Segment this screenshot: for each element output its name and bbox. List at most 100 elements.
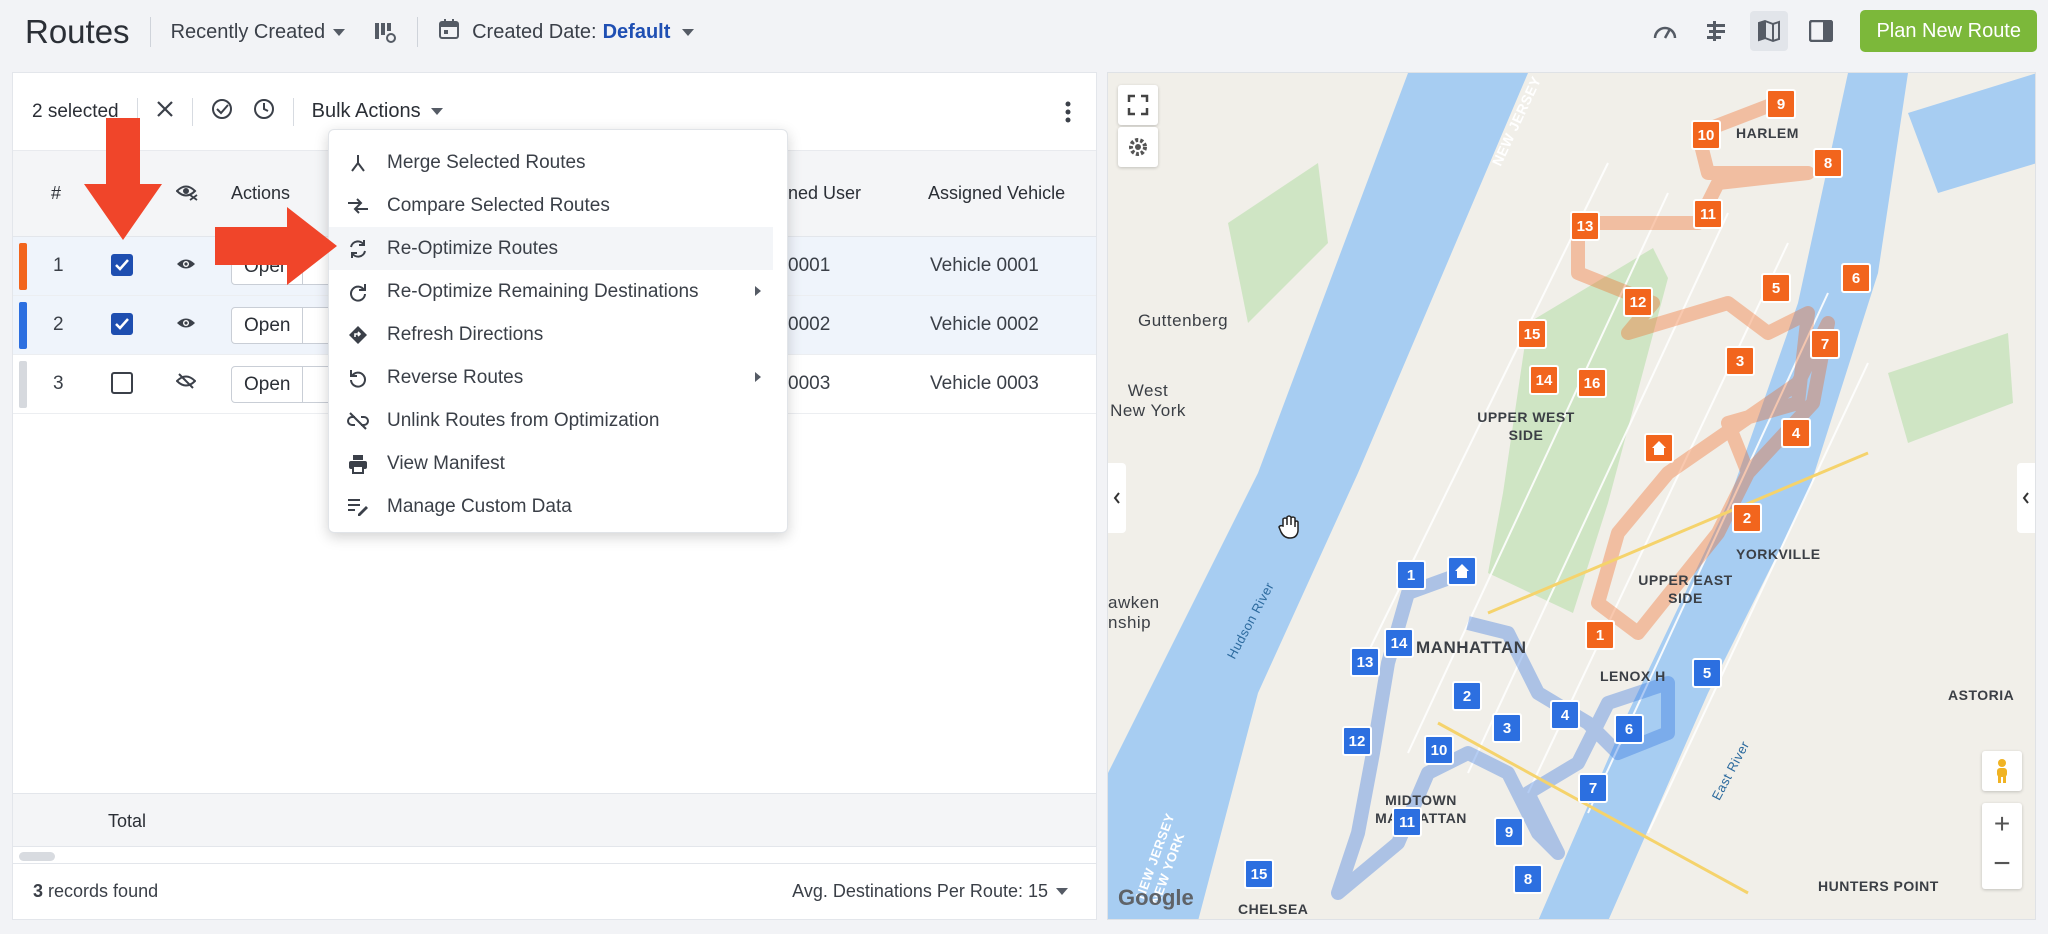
panel-toggle-icon[interactable]: [1802, 11, 1840, 51]
row-checkbox[interactable]: [111, 313, 133, 335]
depot-marker-route-2[interactable]: [1447, 556, 1477, 586]
assigned-user: 0001: [788, 255, 831, 276]
route-2-stop-marker[interactable]: 12: [1342, 726, 1372, 756]
route-2-stop-marker[interactable]: 9: [1494, 817, 1524, 847]
route-2-stop-marker[interactable]: 5: [1692, 658, 1722, 688]
row-checkbox[interactable]: [111, 254, 133, 276]
route-1-stop-marker[interactable]: 5: [1761, 273, 1791, 303]
route-2-stop-marker[interactable]: 10: [1424, 735, 1454, 765]
eye-icon[interactable]: [176, 255, 196, 277]
route-2-stop-marker[interactable]: 7: [1578, 773, 1608, 803]
route-1-stop-marker[interactable]: 12: [1623, 287, 1653, 317]
records-found: 3 records found: [33, 881, 158, 902]
total-row: Total: [13, 793, 1096, 847]
speedometer-icon[interactable]: [1646, 11, 1684, 51]
plan-new-route-button[interactable]: Plan New Route: [1860, 10, 2037, 52]
menu-item-view-manifest[interactable]: View Manifest: [329, 442, 787, 485]
route-1-stop-marker[interactable]: 1: [1585, 620, 1615, 650]
menu-item-reverse-routes[interactable]: Reverse Routes: [329, 356, 787, 399]
menu-item-label: Unlink Routes from Optimization: [387, 409, 660, 431]
map-label-guttenberg: Guttenberg: [1138, 311, 1229, 330]
visibility-toggle-icon[interactable]: [175, 181, 198, 206]
column-header-actions[interactable]: Actions: [231, 183, 290, 204]
route-1-stop-marker[interactable]: 3: [1725, 346, 1755, 376]
divider: [149, 17, 151, 47]
row-number: 3: [53, 373, 64, 394]
open-label: Open: [244, 373, 291, 395]
check-circle-icon[interactable]: [211, 98, 233, 125]
menu-item-re-optimize-remaining-destinations[interactable]: Re-Optimize Remaining Destinations: [329, 270, 787, 313]
route-1-stop-marker[interactable]: 9: [1766, 89, 1796, 119]
map-label-harlem: HARLEM: [1736, 125, 1799, 141]
fullscreen-icon[interactable]: [1118, 85, 1158, 125]
menu-item-re-optimize-routes[interactable]: Re-Optimize Routes: [329, 227, 773, 270]
bulk-actions-dropdown[interactable]: Bulk Actions: [312, 100, 443, 123]
route-1-stop-marker[interactable]: 2: [1732, 503, 1762, 533]
timeline-view-icon[interactable]: [1698, 11, 1736, 51]
chevron-down-icon: [1056, 888, 1068, 895]
map-view-icon[interactable]: [1750, 11, 1789, 51]
route-1-stop-marker[interactable]: 14: [1529, 365, 1559, 395]
route-2-stop-marker[interactable]: 14: [1384, 628, 1414, 658]
column-header-assigned-user[interactable]: ned User: [788, 183, 861, 204]
eye-off-icon[interactable]: [175, 373, 197, 395]
row-number: 2: [53, 314, 64, 335]
eye-icon[interactable]: [176, 314, 196, 336]
route-2-stop-marker[interactable]: 4: [1550, 700, 1580, 730]
reverse-icon: [345, 365, 371, 391]
route-1-stop-marker[interactable]: 7: [1810, 329, 1840, 359]
route-1-stop-marker[interactable]: 10: [1691, 120, 1721, 150]
avg-destinations-dropdown[interactable]: Avg. Destinations Per Route: 15: [792, 881, 1068, 902]
clock-icon[interactable]: [253, 98, 275, 125]
route-2-stop-marker[interactable]: 15: [1244, 859, 1274, 889]
route-1-stop-marker[interactable]: 16: [1577, 368, 1607, 398]
date-filter[interactable]: Created Date: Default: [438, 18, 695, 46]
menu-item-refresh-directions[interactable]: Refresh Directions: [329, 313, 787, 356]
collapse-left-handle[interactable]: [1108, 463, 1126, 533]
divider: [292, 97, 294, 126]
depot-marker-route-1[interactable]: [1644, 433, 1674, 463]
column-header-index[interactable]: #: [51, 183, 61, 204]
map-label-manhattan: MANHATTAN: [1416, 638, 1527, 657]
route-map[interactable]: Guttenberg West New York UPPER WEST SIDE…: [1107, 72, 2036, 920]
row-checkbox[interactable]: [111, 372, 133, 394]
open-route-button[interactable]: Open: [231, 307, 341, 344]
route-2-stop-marker[interactable]: 8: [1513, 864, 1543, 894]
route-1-stop-marker[interactable]: 13: [1570, 211, 1600, 241]
column-settings-icon[interactable]: [373, 20, 397, 44]
menu-item-compare-selected-routes[interactable]: Compare Selected Routes: [329, 184, 787, 227]
menu-item-label: Refresh Directions: [387, 323, 544, 345]
route-1-stop-marker[interactable]: 8: [1813, 148, 1843, 178]
collapse-right-handle[interactable]: [2017, 463, 2035, 533]
route-2-stop-marker[interactable]: 11: [1392, 807, 1422, 837]
route-2-stop-marker[interactable]: 13: [1350, 647, 1380, 677]
records-count: 3: [33, 881, 44, 901]
route-2-stop-marker[interactable]: 2: [1452, 681, 1482, 711]
map-label-hoboken: awken nship: [1108, 593, 1160, 632]
menu-item-manage-custom-data[interactable]: Manage Custom Data: [329, 485, 787, 528]
route-2-stop-marker[interactable]: 6: [1614, 714, 1644, 744]
assigned-user: 0003: [788, 373, 831, 394]
zoom-in-icon[interactable]: +: [1994, 804, 2010, 846]
column-header-assigned-vehicle[interactable]: Assigned Vehicle: [928, 183, 1065, 204]
zoom-out-icon[interactable]: −: [1993, 846, 2011, 888]
menu-item-merge-selected-routes[interactable]: Merge Selected Routes: [329, 141, 787, 184]
route-2-stop-marker[interactable]: 1: [1396, 560, 1426, 590]
map-settings-gear-icon[interactable]: [1118, 127, 1158, 167]
open-route-button[interactable]: Open: [231, 366, 341, 403]
route-1-stop-marker[interactable]: 4: [1781, 418, 1811, 448]
table-footer: 3 records found Avg. Destinations Per Ro…: [13, 863, 1096, 919]
menu-item-unlink-routes-from-optimization[interactable]: Unlink Routes from Optimization: [329, 399, 787, 442]
route-2-stop-marker[interactable]: 3: [1492, 713, 1522, 743]
more-options-icon[interactable]: [1065, 101, 1071, 128]
page-title: Routes: [25, 13, 130, 50]
route-1-stop-marker[interactable]: 6: [1841, 263, 1871, 293]
date-filter-label: Created Date:: [472, 20, 597, 43]
route-1-stop-marker[interactable]: 15: [1517, 319, 1547, 349]
route-1-stop-marker[interactable]: 11: [1693, 199, 1723, 229]
horizontal-scrollbar[interactable]: [19, 852, 55, 861]
sort-dropdown[interactable]: Recently Created: [171, 21, 346, 44]
reoptimize-remaining-icon: [345, 279, 371, 305]
route-color-indicator: [19, 361, 27, 408]
street-view-pegman-icon[interactable]: [1982, 751, 2022, 791]
